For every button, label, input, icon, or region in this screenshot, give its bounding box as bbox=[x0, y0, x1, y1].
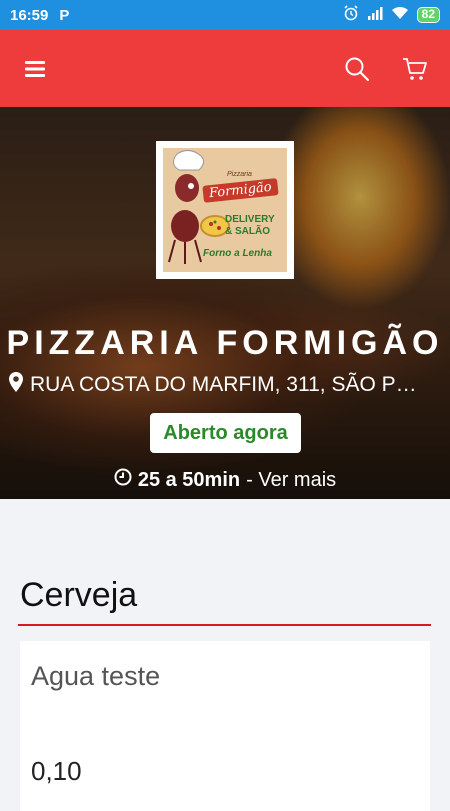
store-logo-image: Pizzaria Formigão DELIVERY & SALÃO Forno… bbox=[163, 148, 287, 272]
clock-icon bbox=[114, 468, 132, 492]
wifi-icon bbox=[391, 6, 409, 24]
status-icons: 82 bbox=[343, 5, 440, 25]
logo-service-line1: DELIVERY bbox=[225, 214, 275, 225]
store-address-text: RUA COSTA DO MARFIM, 311, SÃO P… bbox=[30, 373, 417, 396]
category-divider bbox=[18, 624, 431, 626]
store-hero-banner: Pizzaria Formigão DELIVERY & SALÃO Forno… bbox=[0, 107, 450, 499]
parking-app-icon: P bbox=[59, 6, 70, 24]
logo-service-line2: & SALÃO bbox=[225, 226, 270, 237]
logo-tagline: Forno a Lenha bbox=[203, 248, 272, 259]
search-icon[interactable] bbox=[344, 56, 370, 82]
category-title: Cerveja bbox=[20, 576, 138, 614]
location-pin-icon bbox=[8, 371, 24, 399]
status-bar: 16:59 P 82 bbox=[0, 0, 450, 30]
open-status-button[interactable]: Aberto agora bbox=[150, 413, 301, 453]
store-name: PIZZARIA FORMIGÃO bbox=[6, 324, 444, 362]
alarm-icon bbox=[343, 5, 359, 25]
product-name: Agua teste bbox=[31, 661, 161, 691]
store-address[interactable]: RUA COSTA DO MARFIM, 311, SÃO P… bbox=[8, 371, 438, 399]
menu-icon[interactable] bbox=[22, 56, 48, 82]
logo-services: DELIVERY & SALÃO bbox=[225, 214, 275, 238]
app-bar bbox=[0, 30, 450, 107]
battery-indicator: 82 bbox=[416, 7, 440, 23]
logo-pretitle: Pizzaria bbox=[227, 171, 252, 178]
delivery-time-info[interactable]: 25 a 50min - Ver mais bbox=[0, 468, 450, 492]
status-time: 16:59 bbox=[10, 6, 49, 24]
product-price: 0,10 bbox=[31, 756, 82, 786]
see-more-link[interactable]: - Ver mais bbox=[246, 469, 336, 492]
signal-icon bbox=[367, 6, 383, 24]
product-card[interactable]: Agua teste 0,10 bbox=[20, 641, 430, 811]
cart-icon[interactable] bbox=[402, 56, 428, 82]
delivery-time-range: 25 a 50min bbox=[137, 468, 241, 491]
store-logo: Pizzaria Formigão DELIVERY & SALÃO Forno… bbox=[156, 141, 294, 279]
